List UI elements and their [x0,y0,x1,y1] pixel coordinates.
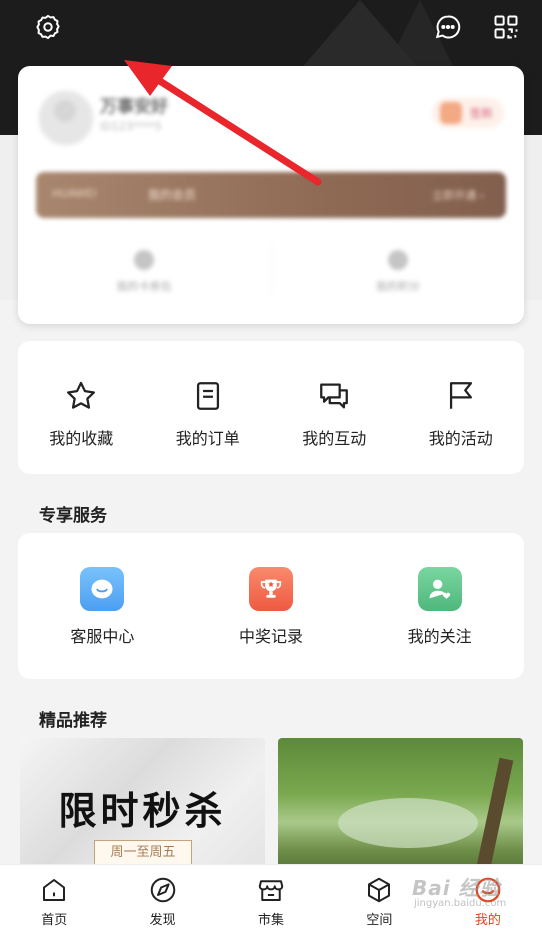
flash-sale-subtitle: 周一至周五 [94,840,192,866]
service-my-follows[interactable]: 我的关注 [365,567,515,647]
flash-sale-title: 限时秒杀 [58,789,227,833]
coupon-icon [134,250,154,270]
stat-points[interactable]: 我的积分 [328,250,468,294]
vip-banner[interactable]: HUAWEI 我的会员 立即开通 › [36,172,506,218]
services-title: 专享服务 [39,506,107,526]
recommendations-title: 精品推荐 [39,711,107,731]
quick-actions-card: 我的收藏 我的订单 我的互动 我的活动 [18,341,524,474]
service-customer-center[interactable]: 客服中心 [27,567,177,647]
quick-action-favorites[interactable]: 我的收藏 [21,379,141,449]
tab-label: 空间 [366,913,393,928]
quick-action-interactions[interactable]: 我的互动 [274,379,394,449]
cube-icon [368,877,391,903]
quick-action-label: 我的收藏 [49,429,114,448]
watermark: Bai 经验 [412,876,501,900]
home-icon [43,879,66,901]
interaction-icon [320,383,349,409]
order-icon [196,382,219,410]
points-icon [388,250,408,270]
avatar[interactable] [38,90,94,146]
checkin-button[interactable]: 签到 [432,98,504,128]
stat-label: 我的积分 [376,280,420,293]
tab-label: 市集 [258,913,285,928]
profile-card[interactable]: 万事安好 ID123****5 签到 HUAWEI 我的会员 立即开通 › 我的… [18,66,524,324]
avatar-head [54,100,76,122]
quick-action-activities[interactable]: 我的活动 [401,379,521,449]
quick-action-label: 我的活动 [428,429,493,448]
quick-action-orders[interactable]: 我的订单 [148,379,268,449]
vip-action: 立即开通 › [432,189,484,202]
trophy-icon [248,567,293,611]
watermark-url: jingyan.baidu.com [414,898,507,909]
quick-action-label: 我的互动 [302,429,367,448]
tab-label: 首页 [41,913,68,928]
quick-action-label: 我的订单 [175,429,240,448]
services-card: 客服中心 中奖记录 我的关注 [18,533,524,679]
vip-brand: HUAWEI [52,187,97,200]
username: 万事安好 [100,97,168,117]
stat-coupons[interactable]: 我的卡券包 [74,250,214,294]
store-icon [258,880,284,901]
header-decoration [300,0,420,70]
stat-label: 我的卡券包 [116,280,172,293]
tab-market[interactable]: 市集 [217,865,325,933]
star-icon [67,381,96,409]
vip-label: 我的会员 [148,188,197,202]
gear-icon [36,14,60,40]
scan-button[interactable] [491,12,521,42]
tab-discover[interactable]: 发现 [108,865,216,933]
divider [271,244,272,294]
user-subtitle: ID123****5 [100,120,162,133]
banner-tree-trunk [476,757,514,869]
messages-button[interactable] [433,12,463,42]
banner-light-area [338,798,478,848]
settings-button[interactable] [33,12,63,42]
chat-bubble-icon [435,15,461,39]
service-label: 我的关注 [407,627,472,646]
service-label: 中奖记录 [238,627,303,646]
checkin-icon [440,102,462,124]
service-prize-records[interactable]: 中奖记录 [196,567,346,647]
tab-home[interactable]: 首页 [0,865,108,933]
grid-scan-icon [494,15,518,39]
scenic-banner-image[interactable] [278,738,523,878]
compass-icon [150,877,175,903]
follow-user-icon [417,567,462,611]
service-label: 客服中心 [70,627,135,646]
flash-sale-banner[interactable]: 限时秒杀 周一至周五 [20,738,265,878]
flag-icon [449,382,472,409]
customer-service-icon [80,567,125,611]
tab-label: 发现 [149,913,176,928]
checkin-label: 签到 [470,107,492,120]
tab-label: 我的 [474,913,501,928]
